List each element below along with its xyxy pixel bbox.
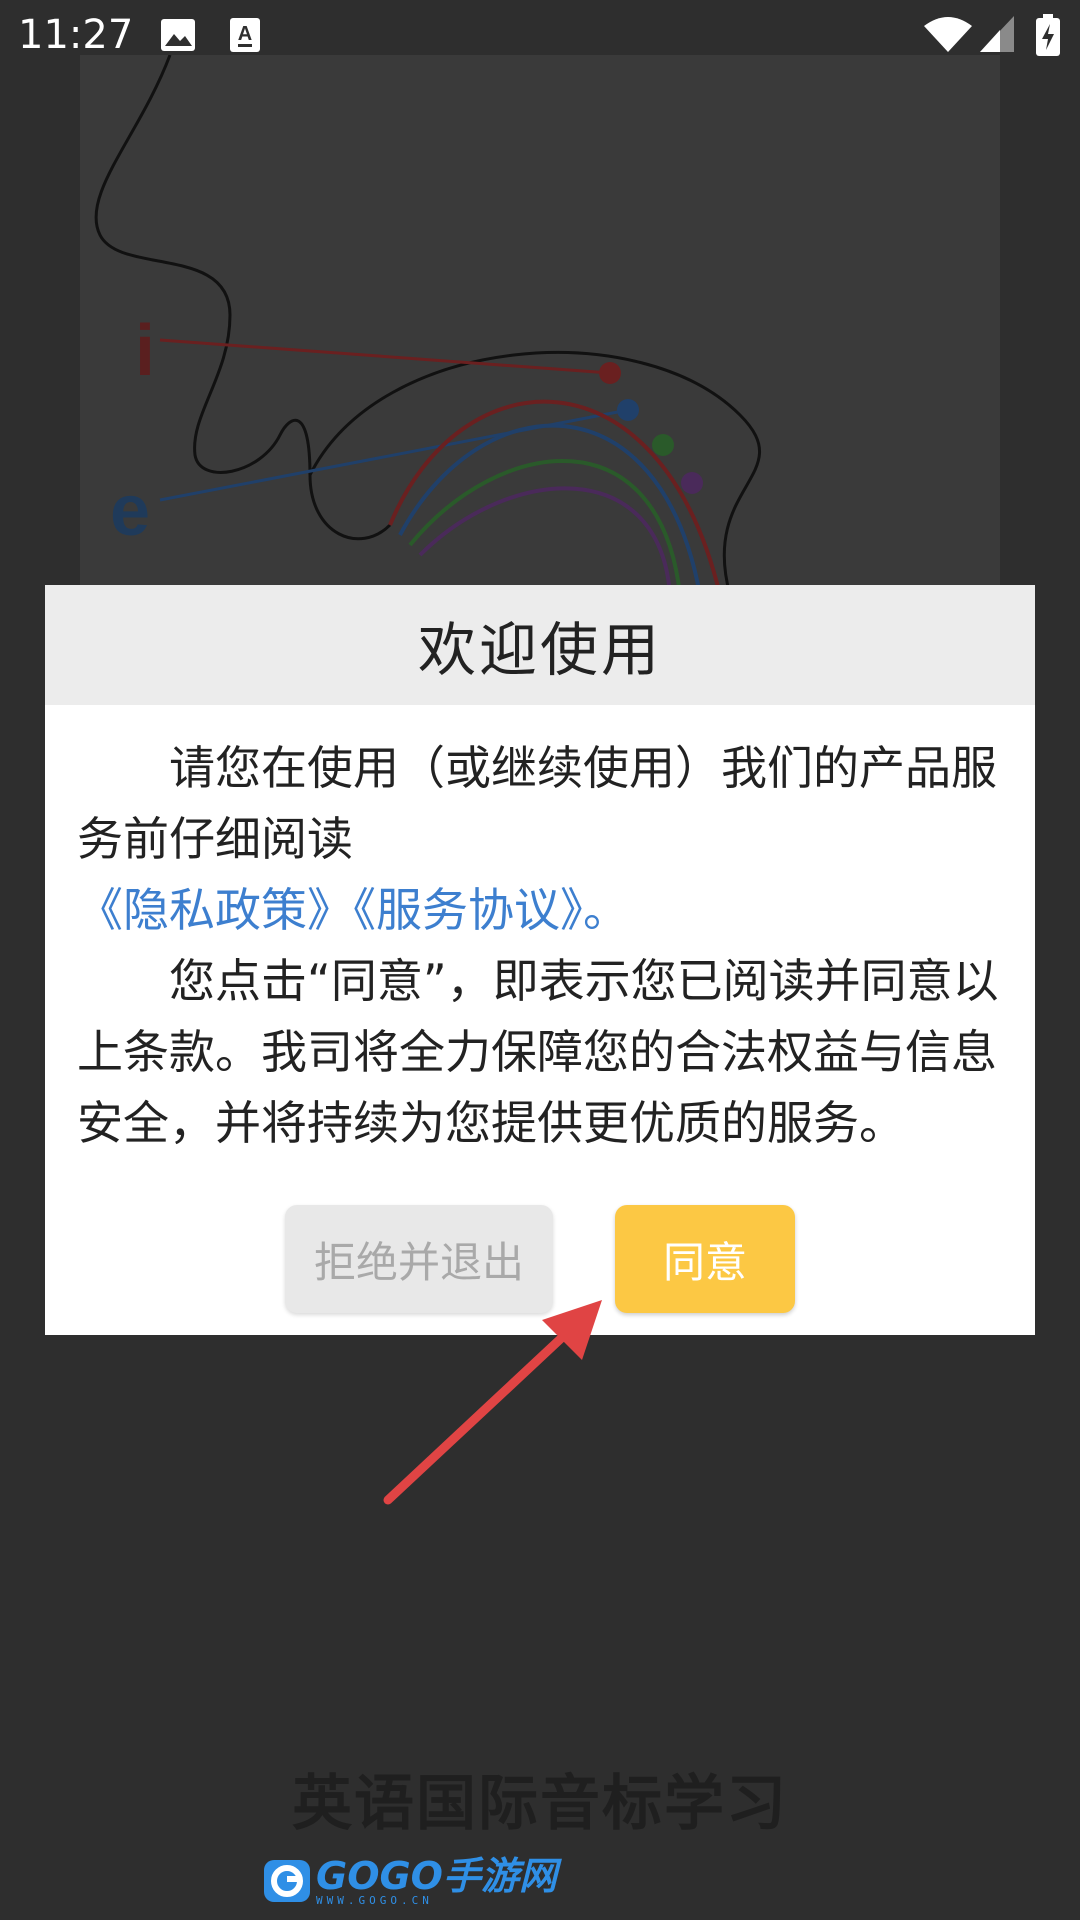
privacy-dialog: 欢迎使用 请您在使用（或继续使用）我们的产品服务前仔细阅读 《隐私政策》《服务协…	[45, 585, 1035, 1335]
watermark: GOGO手游网 WWW.GOGO.CN	[262, 1856, 557, 1906]
dialog-notice-text: 您点击“同意”，即表示您已阅读并同意以上条款。我司将全力保障您的合法权益与信息安…	[77, 954, 999, 1150]
pointer-arrow-icon	[383, 1300, 602, 1505]
status-bar: 11:27 A	[0, 0, 1080, 70]
svg-text:A: A	[238, 23, 252, 45]
dialog-intro-text: 请您在使用（或继续使用）我们的产品服务前仔细阅读	[77, 741, 997, 866]
signal-icon	[980, 16, 1014, 52]
battery-charging-icon	[1036, 14, 1060, 56]
gogo-logo-icon	[264, 1860, 310, 1902]
dialog-title: 欢迎使用	[417, 616, 662, 684]
vowel-letter-e: e	[110, 471, 150, 551]
agree-button[interactable]: 同意	[615, 1205, 795, 1313]
mouth-diagram-illustration: i e	[80, 55, 1000, 595]
dialog-header: 欢迎使用	[45, 585, 1035, 705]
app-title: 英语国际音标学习	[292, 1769, 788, 1839]
status-time: 11:27	[18, 12, 134, 58]
image-icon	[161, 19, 195, 51]
policy-links[interactable]: 《隐私政策》《服务协议》。	[77, 875, 1003, 946]
vowel-letter-i: i	[135, 311, 155, 391]
wifi-icon	[924, 17, 972, 52]
font-icon: A	[230, 18, 260, 52]
watermark-text: GOGO手游网	[316, 1853, 557, 1898]
dialog-body: 请您在使用（或继续使用）我们的产品服务前仔细阅读 《隐私政策》《服务协议》。 您…	[45, 705, 1035, 1159]
